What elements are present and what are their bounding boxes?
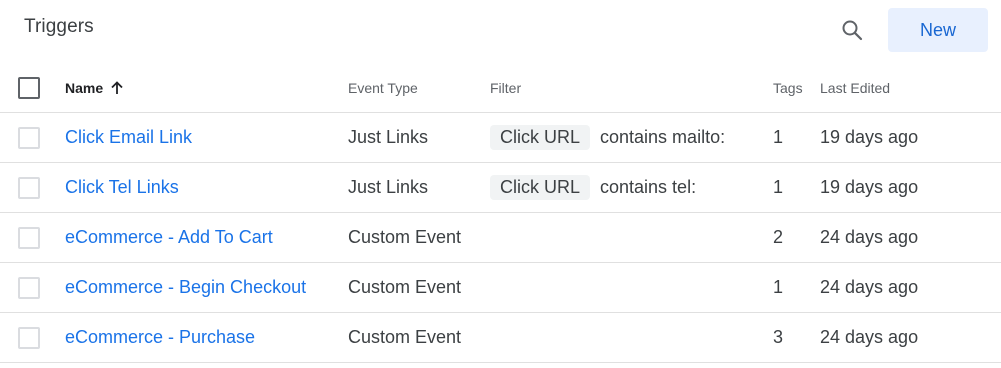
event-type: Custom Event	[348, 327, 462, 347]
row-checkbox[interactable]	[18, 226, 40, 249]
column-header-last-edited[interactable]: Last Edited	[820, 64, 890, 112]
column-header-name-label: Name	[65, 80, 104, 96]
trigger-name-link[interactable]: eCommerce - Purchase	[65, 327, 255, 348]
column-header-filter[interactable]: Filter	[490, 64, 521, 112]
event-type: Just Links	[348, 127, 429, 147]
table-row[interactable]: eCommerce - Add To Cart Custom Event 2 2…	[0, 213, 1001, 263]
column-header-tags-label: Tags	[773, 80, 803, 96]
row-checkbox[interactable]	[18, 126, 40, 149]
search-icon	[842, 20, 863, 41]
table-row[interactable]: eCommerce - Begin Checkout Custom Event …	[0, 263, 1001, 313]
table-row[interactable]: Click Tel Links Just Links Click URL con…	[0, 163, 1001, 213]
column-header-filter-label: Filter	[490, 80, 522, 96]
filter-variable-chip: Click URL	[490, 175, 591, 200]
tags-count: 2	[773, 227, 784, 247]
table-row[interactable]: eCommerce - Purchase Custom Event 3 24 d…	[0, 313, 1001, 363]
filter-variable-chip: Click URL	[490, 125, 591, 150]
select-all-cell	[18, 64, 42, 112]
tags-count: 3	[773, 327, 784, 347]
tags-count: 1	[773, 127, 784, 147]
column-header-event-type-label: Event Type	[348, 80, 418, 96]
last-edited: 24 days ago	[820, 327, 919, 347]
trigger-name-link[interactable]: Click Tel Links	[65, 177, 179, 198]
arrow-upward-icon	[109, 80, 125, 96]
filter-condition: contains mailto:	[600, 127, 726, 147]
row-checkbox[interactable]	[18, 276, 40, 299]
page-header: Triggers New	[0, 0, 1001, 64]
table-row[interactable]: Click Email Link Just Links Click URL co…	[0, 113, 1001, 163]
new-trigger-button[interactable]: New	[888, 8, 988, 52]
last-edited: 19 days ago	[820, 177, 919, 197]
column-header-tags[interactable]: Tags	[773, 64, 803, 112]
event-type: Custom Event	[348, 227, 462, 247]
column-header-event-type[interactable]: Event Type	[348, 64, 418, 112]
trigger-name-link[interactable]: eCommerce - Begin Checkout	[65, 277, 306, 298]
column-header-name[interactable]: Name	[65, 64, 125, 112]
event-type: Just Links	[348, 177, 429, 197]
triggers-table: Name Event Type Filter Tags Last Edited …	[0, 64, 1001, 363]
search-button[interactable]	[832, 10, 872, 50]
last-edited: 19 days ago	[820, 127, 919, 147]
trigger-name-link[interactable]: Click Email Link	[65, 127, 192, 148]
column-header-last-edited-label: Last Edited	[820, 80, 891, 96]
event-type: Custom Event	[348, 277, 462, 297]
row-checkbox[interactable]	[18, 176, 40, 199]
last-edited: 24 days ago	[820, 277, 919, 297]
page-title: Triggers	[24, 16, 94, 37]
tags-count: 1	[773, 277, 784, 297]
trigger-name-link[interactable]: eCommerce - Add To Cart	[65, 227, 273, 248]
filter-condition: contains tel:	[600, 177, 697, 197]
last-edited: 24 days ago	[820, 227, 919, 247]
select-all-checkbox[interactable]	[18, 77, 40, 99]
tags-count: 1	[773, 177, 784, 197]
row-checkbox[interactable]	[18, 326, 40, 349]
table-header-row: Name Event Type Filter Tags Last Edited	[0, 64, 1001, 113]
